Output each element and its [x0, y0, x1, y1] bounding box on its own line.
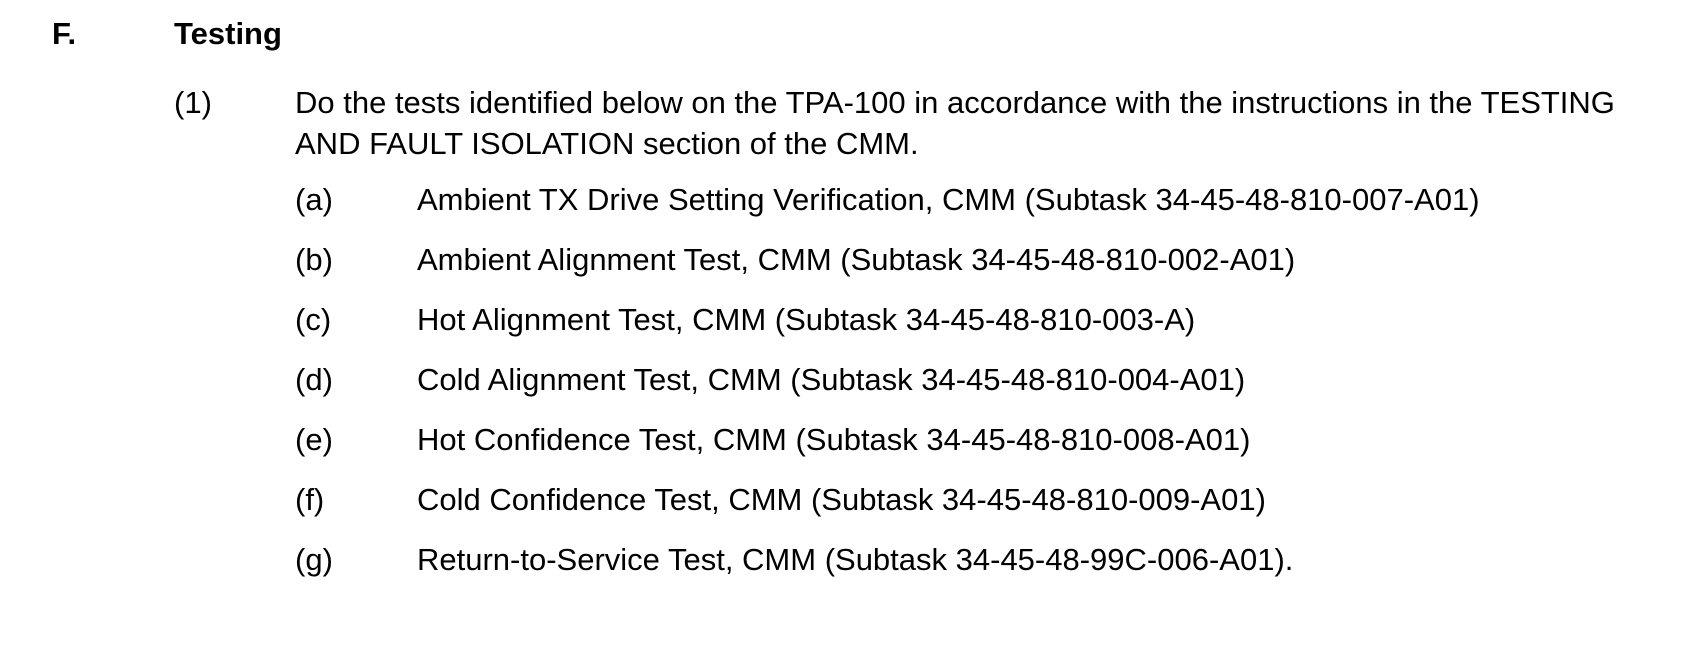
list-item-label: (e)	[295, 422, 333, 457]
list-item-text: Hot Alignment Test, CMM (Subtask 34-45-4…	[417, 302, 1196, 337]
list-item-label: (f)	[295, 482, 325, 517]
list-item-label: (c)	[295, 302, 332, 337]
list-item-label: (g)	[295, 542, 333, 577]
list-item-label: (d)	[295, 362, 333, 397]
list-item-text: Cold Alignment Test, CMM (Subtask 34-45-…	[417, 362, 1246, 397]
section-title: Testing	[174, 16, 282, 51]
section-letter: F.	[52, 16, 77, 51]
list-item-text: Hot Confidence Test, CMM (Subtask 34-45-…	[417, 422, 1251, 457]
list-item-label: (a)	[295, 182, 333, 217]
list-item-label: (b)	[295, 242, 333, 277]
list-item-text: Ambient Alignment Test, CMM (Subtask 34-…	[417, 242, 1296, 277]
document-page: F. Testing (1) Do the tests identified b…	[0, 0, 1685, 652]
paragraph-text: Do the tests identified below on the TPA…	[295, 85, 1615, 161]
paragraph-number: (1)	[174, 85, 212, 120]
list-item-text: Return-to-Service Test, CMM (Subtask 34-…	[417, 542, 1294, 577]
list-item-text: Ambient TX Drive Setting Verification, C…	[417, 182, 1480, 217]
list-item-text: Cold Confidence Test, CMM (Subtask 34-45…	[417, 482, 1266, 517]
